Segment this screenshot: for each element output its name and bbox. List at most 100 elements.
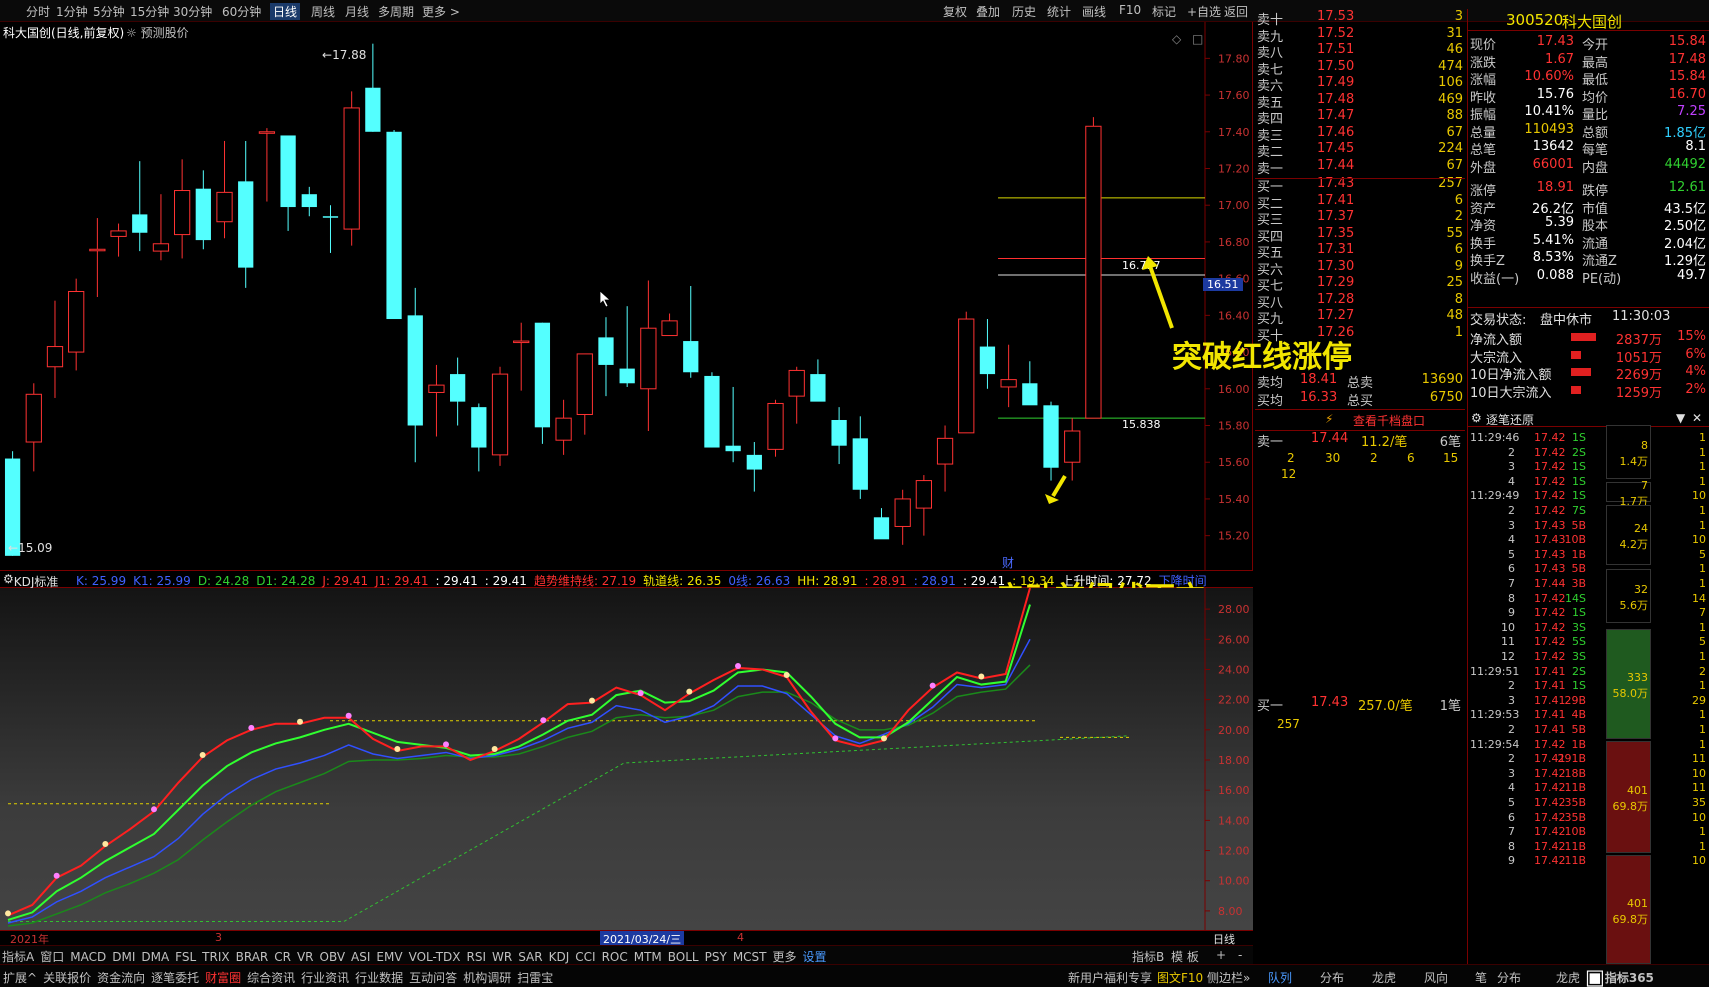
bottom-tab-5[interactable]: 综合资讯 [247,971,295,985]
indicator-tab-24[interactable]: 更多 [773,950,797,964]
tick-price-13: 17.42 [1534,620,1566,634]
ticks-gear-icon[interactable]: ⚙ [1471,411,1482,425]
tab-period-5[interactable]: 60分钟 [222,3,261,20]
panel-tab-distribution[interactable]: 分布 [1320,969,1344,986]
tab-period-1[interactable]: 1分钟 [56,3,88,20]
btn-mark[interactable]: 标记 [1152,3,1176,20]
tab-period-8[interactable]: 月线 [345,3,369,20]
indicator-tab-25[interactable]: 设置 [803,950,827,964]
indicator-tab-4[interactable]: DMA [141,950,169,964]
indicator-tab-8[interactable]: CR [274,950,291,964]
tab-period-10[interactable]: 更多 > [422,3,460,20]
indicator-tab-21[interactable]: BOLL [668,950,699,964]
btn-back[interactable]: 返回 [1224,3,1248,20]
sell-vol-5: 12 [1281,467,1297,481]
trade-status-label: 交易状态: [1470,313,1527,328]
indicator-tab-12[interactable]: EMV [376,950,402,964]
indicator-tab-10[interactable]: OBV [320,950,346,964]
candle-body-8 [174,190,191,236]
kdj-value-3: D1: 24.28 [256,574,316,588]
panel-tab-longhu-2[interactable]: 龙虎 [1556,969,1580,986]
f10-link[interactable]: 图文F10 [1157,969,1203,986]
indicator-tab-9[interactable]: VR [297,950,314,964]
indicator-tab-18[interactable]: CCI [575,950,595,964]
indicator-b-button[interactable]: 指标B [1132,948,1164,965]
avg-buy-price: 16.33 [1300,390,1338,405]
tab-period-6[interactable]: 日线 [270,3,301,20]
tab-period-3[interactable]: 15分钟 [130,3,169,20]
indicator-tab-2[interactable]: MACD [70,950,106,964]
zoom-in-button[interactable]: + [1216,948,1226,962]
kdj-name[interactable]: ⚙ KDJ标准 [3,572,58,589]
bottom-tab-0[interactable]: 扩展^ [3,971,37,985]
indicator-tab-22[interactable]: PSY [705,950,727,964]
indicator-tab-0[interactable]: 指标A [2,950,34,964]
indicator-tab-20[interactable]: MTM [634,950,662,964]
indicator-tab-17[interactable]: KDJ [549,950,570,964]
tick-by-tick: ⚙ 逐笔还原 ▼ ✕ 11:29:46 17.42 1S 1 2 17.42 2S 1 3 17.… [1467,409,1709,964]
indicator-tab-6[interactable]: TRIX [202,950,229,964]
btn-f10[interactable]: F10 [1119,3,1141,17]
btn-draw[interactable]: 画线 [1082,3,1106,20]
indicator-tab-1[interactable]: 窗口 [40,950,64,964]
zoom-out-button[interactable]: - [1238,948,1242,962]
panel-tab-longhu[interactable]: 龙虎 [1372,969,1396,986]
indicator-tab-14[interactable]: RSI [467,950,487,964]
btn-history[interactable]: 历史 [1012,3,1036,20]
kdj-chart[interactable]: 28.00 26.00 24.00 22.00 20.00 18.00 16.00 14.00… [0,588,1253,930]
tab-period-2[interactable]: 5分钟 [93,3,125,20]
indicator-tab-7[interactable]: BRAR [236,950,269,964]
ticks-close-icon[interactable]: ✕ [1692,411,1702,425]
view-all-depth[interactable]: ⚡ 查看千档盘口 [1255,409,1465,429]
tab-period-7[interactable]: 周线 [311,3,335,20]
bottom-tab-6[interactable]: 行业资讯 [301,971,349,985]
candle-body-15 [322,216,339,218]
indicator-tab-13[interactable]: VOL-TDX [409,950,461,964]
candle-body-16 [343,107,360,230]
btn-restore-rights[interactable]: 复权 [943,3,967,20]
bottom-tab-1[interactable]: 关联报价 [43,971,91,985]
indicator-tab-19[interactable]: ROC [602,950,628,964]
bottom-tab-2[interactable]: 资金流向 [97,971,145,985]
candle-body-11 [238,181,254,268]
btn-stats[interactable]: 统计 [1047,3,1071,20]
btn-add-watch[interactable]: +自选 [1187,3,1221,20]
ticks-filter-icon[interactable]: ▼ [1676,411,1685,425]
tab-period-9[interactable]: 多周期 [378,3,414,20]
indicator-tab-11[interactable]: ASI [351,950,370,964]
bottom-tab-10[interactable]: 扫雷宝 [517,971,553,985]
y-tick-label-0: 17.80 [1218,52,1250,65]
bottom-tab-3[interactable]: 逐笔委托 [151,971,199,985]
indicator-tab-16[interactable]: SAR [518,950,542,964]
sidebar-toggle[interactable]: 侧边栏» [1207,969,1250,986]
panel-tab-wind[interactable]: 风向 [1424,969,1448,986]
ob-row-5: 卖五 17.48 469 [1255,92,1465,111]
restore-icon[interactable]: □ [1192,32,1203,46]
diamond-icon[interactable]: ◇ [1172,32,1181,46]
indicator-tab-23[interactable]: MCST [733,950,767,964]
tab-period-4[interactable]: 30分钟 [173,3,212,20]
bottom-tab-4[interactable]: 财富圈 [205,971,241,985]
indicator-tab-3[interactable]: DMI [112,950,135,964]
tick-time-18: 3 [1508,693,1515,707]
panel-tab-bi[interactable]: 笔 [1475,969,1487,986]
tick-cnt-18: 29 [1692,693,1706,707]
btn-overlay[interactable]: 叠加 [976,3,1000,20]
finance-marker[interactable]: 财 [1002,554,1014,571]
lightning-icon: ⚡ [1325,412,1334,426]
panel-tab-distribution-2[interactable]: 分布 [1497,969,1521,986]
bottom-tab-7[interactable]: 行业数据 [355,971,403,985]
kdj-dot-38 [929,682,936,689]
ob-price-19: 17.26 [1317,324,1355,340]
panel-tab-queue[interactable]: 队列 [1268,969,1292,986]
bottom-tab-8[interactable]: 互动问答 [409,971,457,985]
template-button[interactable]: 模 板 [1171,948,1199,965]
indicator-tab-15[interactable]: WR [492,950,512,964]
candle-body-40 [852,438,868,490]
new-user-benefit-link[interactable]: 新用户福利专享 [1068,969,1152,986]
tab-period-0[interactable]: 分时 [26,3,50,20]
tick-vol-25: 35B [1564,796,1586,809]
candlestick-chart[interactable]: 科大国创(日线,前复权) ☼ 预测股价 17.80 17.60 17.40 17.20… [0,22,1253,570]
indicator-tab-5[interactable]: FSL [175,950,196,964]
bottom-tab-9[interactable]: 机构调研 [463,971,511,985]
